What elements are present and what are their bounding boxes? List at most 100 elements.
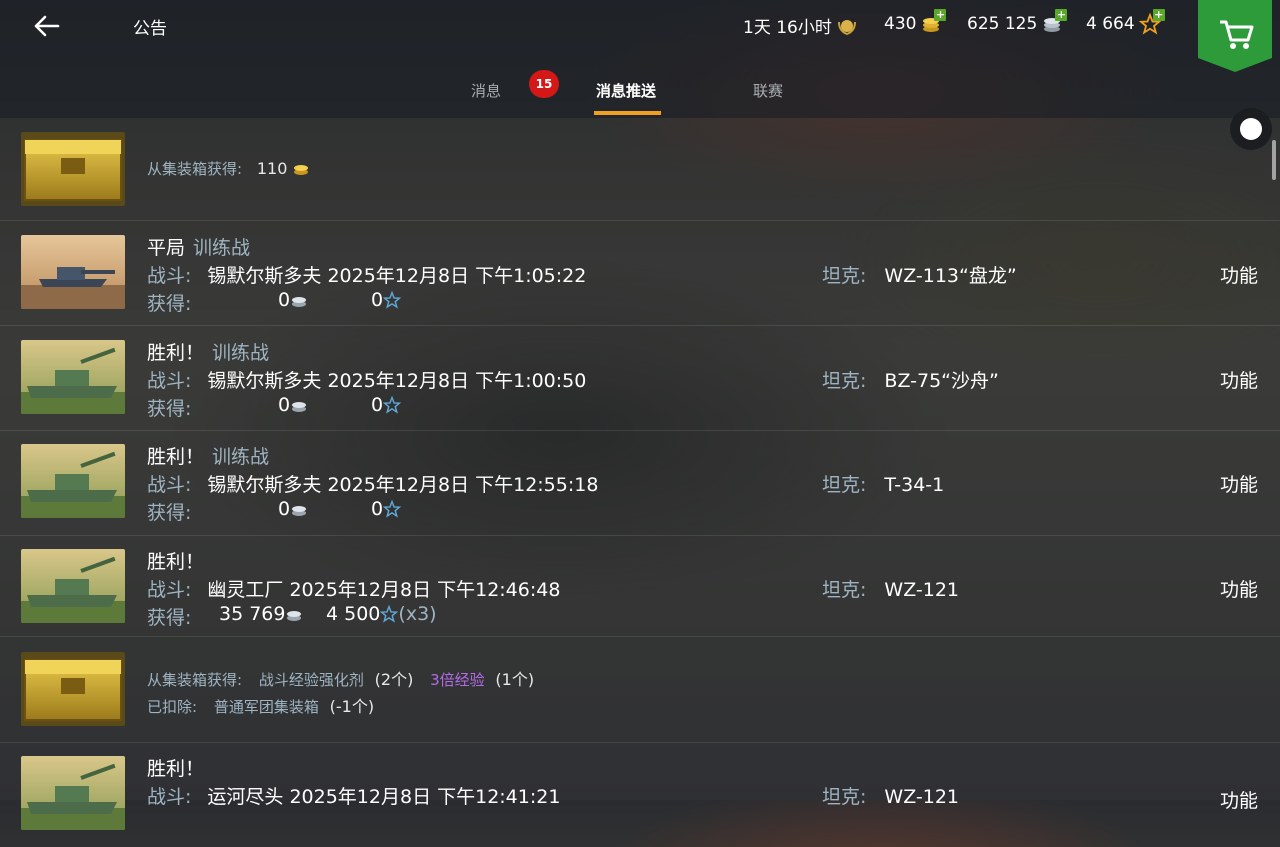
result-text: 胜利！	[147, 446, 205, 468]
premium-laurel-icon	[836, 15, 858, 37]
earned-credits: 0	[278, 289, 308, 314]
tank-thumbnail	[21, 444, 125, 518]
top-bar: 公告 1天 16小时 430 + 625 125 + 4 664 + 消息 消息…	[0, 0, 1280, 118]
scrollbar[interactable]	[1272, 140, 1276, 180]
xp-value: 0	[371, 289, 384, 311]
deducted-label: 已扣除:	[147, 698, 198, 716]
battle-info: 战斗: 锡默尔斯多夫 2025年12月8日 下午12:55:18	[147, 470, 598, 497]
tank-name: WZ-113“盘龙”	[884, 265, 1017, 287]
battle-detail: 锡默尔斯多夫 2025年12月8日 下午12:55:18	[207, 474, 599, 496]
xp-booster-name: 3倍经验	[430, 671, 485, 689]
tab-league[interactable]: 联赛	[753, 80, 783, 101]
xp-star-icon	[382, 499, 402, 523]
tank-label: 坦克:	[822, 786, 867, 808]
back-arrow-icon	[34, 15, 60, 37]
xp-value: 0	[371, 498, 384, 520]
earnings: 获得: 35 769 4 500 (x3)	[147, 603, 437, 630]
free-xp-plus-icon[interactable]: +	[1152, 9, 1165, 21]
silver-coin-icon	[290, 397, 308, 419]
battle-detail: 锡默尔斯多夫 2025年12月8日 下午1:05:22	[207, 265, 587, 287]
result-text: 胜利！	[147, 551, 205, 573]
tank-info: 坦克: WZ-121	[822, 575, 959, 602]
crate-thumbnail	[21, 652, 125, 726]
battle-result: 平局 训练战	[147, 233, 250, 260]
tank-label: 坦克:	[822, 370, 867, 392]
xp-value: 4 500	[326, 603, 381, 625]
function-button[interactable]: 功能	[1220, 261, 1258, 288]
credits-balance[interactable]: 625 125 +	[967, 9, 1068, 35]
battle-result: 胜利！ 训练战	[147, 338, 269, 365]
tank-label: 坦克:	[822, 265, 867, 287]
gold-plus-icon[interactable]: +	[934, 9, 947, 21]
battle-mode: 训练战	[193, 237, 251, 259]
list-item[interactable]: 从集装箱获得: 战斗经验强化剂 (2个) 3倍经验 (1个) 已扣除: 普通军团…	[0, 637, 1280, 743]
premium-timer[interactable]: 1天 16小时	[743, 13, 858, 38]
deducted-line: 已扣除: 普通军团集装箱 (-1个)	[147, 693, 374, 717]
silver-coins-icon: +	[1041, 9, 1068, 35]
credits-value: 0	[278, 289, 291, 311]
tank-name: BZ-75“沙舟”	[884, 370, 999, 392]
page-title: 公告	[133, 19, 167, 39]
credits-value: 0	[278, 498, 291, 520]
tank-thumbnail	[21, 756, 125, 830]
tank-thumbnail	[21, 340, 125, 414]
tank-thumbnail	[21, 549, 125, 623]
xp-star-icon	[382, 395, 402, 419]
list-item[interactable]: 平局 训练战 战斗: 锡默尔斯多夫 2025年12月8日 下午1:05:22 获得:…	[0, 221, 1280, 326]
gold-coins-icon: +	[920, 9, 947, 35]
list-item[interactable]: 胜利！ 战斗: 幽灵工厂 2025年12月8日 下午12:46:48 获得: 35…	[0, 536, 1280, 637]
list-item[interactable]: 胜利！ 战斗: 运河尽头 2025年12月8日 下午12:41:21 坦克: WZ-…	[0, 743, 1280, 847]
battle-detail: 锡默尔斯多夫 2025年12月8日 下午1:00:50	[207, 370, 587, 392]
earned-xp: 0	[371, 498, 402, 523]
tank-info: 坦克: BZ-75“沙舟”	[822, 366, 999, 393]
list-item[interactable]: 从集装箱获得: 110	[0, 118, 1280, 221]
crate-obtained-label: 从集装箱获得:	[147, 671, 243, 689]
tank-info: 坦克: WZ-121	[822, 782, 959, 809]
earned-label: 获得:	[147, 293, 192, 315]
message-list: 从集装箱获得: 110 平局 训练战 战斗: 锡默尔斯多夫 2025年12月8日 下…	[0, 118, 1280, 830]
toggle-dot-icon	[1240, 118, 1262, 140]
booster-count: (2个)	[374, 670, 414, 689]
function-button[interactable]: 功能	[1220, 366, 1258, 393]
xp-multiplier: (x3)	[398, 603, 437, 625]
silver-coin-icon	[290, 501, 308, 523]
tank-name: T-34-1	[884, 474, 945, 496]
tank-info: 坦克: T-34-1	[822, 470, 944, 497]
function-button[interactable]: 功能	[1220, 575, 1258, 602]
crate-obtained-label: 从集装箱获得:	[147, 160, 243, 178]
result-text: 平局	[147, 237, 186, 259]
tank-label: 坦克:	[822, 579, 867, 601]
credits-amount: 625 125	[967, 14, 1038, 34]
earned-label: 获得:	[147, 398, 192, 420]
list-item[interactable]: 胜利！ 训练战 战斗: 锡默尔斯多夫 2025年12月8日 下午1:00:50 获得…	[0, 326, 1280, 431]
tank-info: 坦克: WZ-113“盘龙”	[822, 261, 1017, 288]
deducted-item: 普通军团集装箱	[213, 698, 319, 716]
tab-messages[interactable]: 消息	[471, 80, 501, 101]
silver-coin-icon	[290, 292, 308, 314]
battle-info: 战斗: 运河尽头 2025年12月8日 下午12:41:21	[147, 782, 560, 809]
list-item[interactable]: 胜利！ 训练战 战斗: 锡默尔斯多夫 2025年12月8日 下午12:55:18 获…	[0, 431, 1280, 536]
tab-push-messages[interactable]: 消息推送	[596, 80, 656, 101]
deducted-count: (-1个)	[329, 697, 375, 716]
credits-value: 0	[278, 394, 291, 416]
gold-balance[interactable]: 430 +	[884, 9, 947, 35]
credits-plus-icon[interactable]: +	[1055, 9, 1068, 21]
xp-star-icon	[380, 604, 399, 628]
scroll-toggle-button[interactable]	[1230, 108, 1272, 150]
function-button[interactable]: 功能	[1220, 470, 1258, 497]
result-text: 胜利！	[147, 758, 205, 780]
free-xp-balance[interactable]: 4 664 +	[1086, 9, 1165, 35]
shop-button[interactable]	[1198, 0, 1272, 72]
back-button[interactable]	[28, 8, 64, 44]
earned-xp: 0	[371, 289, 402, 314]
earned-xp: 4 500 (x3)	[326, 603, 437, 628]
battle-detail: 幽灵工厂 2025年12月8日 下午12:46:48	[207, 579, 561, 601]
premium-timer-text: 1天 16小时	[743, 18, 832, 38]
tab-bar: 消息 消息推送 联赛	[0, 80, 1280, 118]
unread-count-badge: 15	[529, 70, 559, 98]
earned-label: 获得:	[147, 502, 192, 524]
free-xp-amount: 4 664	[1086, 14, 1135, 34]
battle-info: 战斗: 锡默尔斯多夫 2025年12月8日 下午1:05:22	[147, 261, 586, 288]
tank-name: WZ-121	[884, 579, 959, 601]
battle-label: 战斗:	[147, 579, 192, 601]
